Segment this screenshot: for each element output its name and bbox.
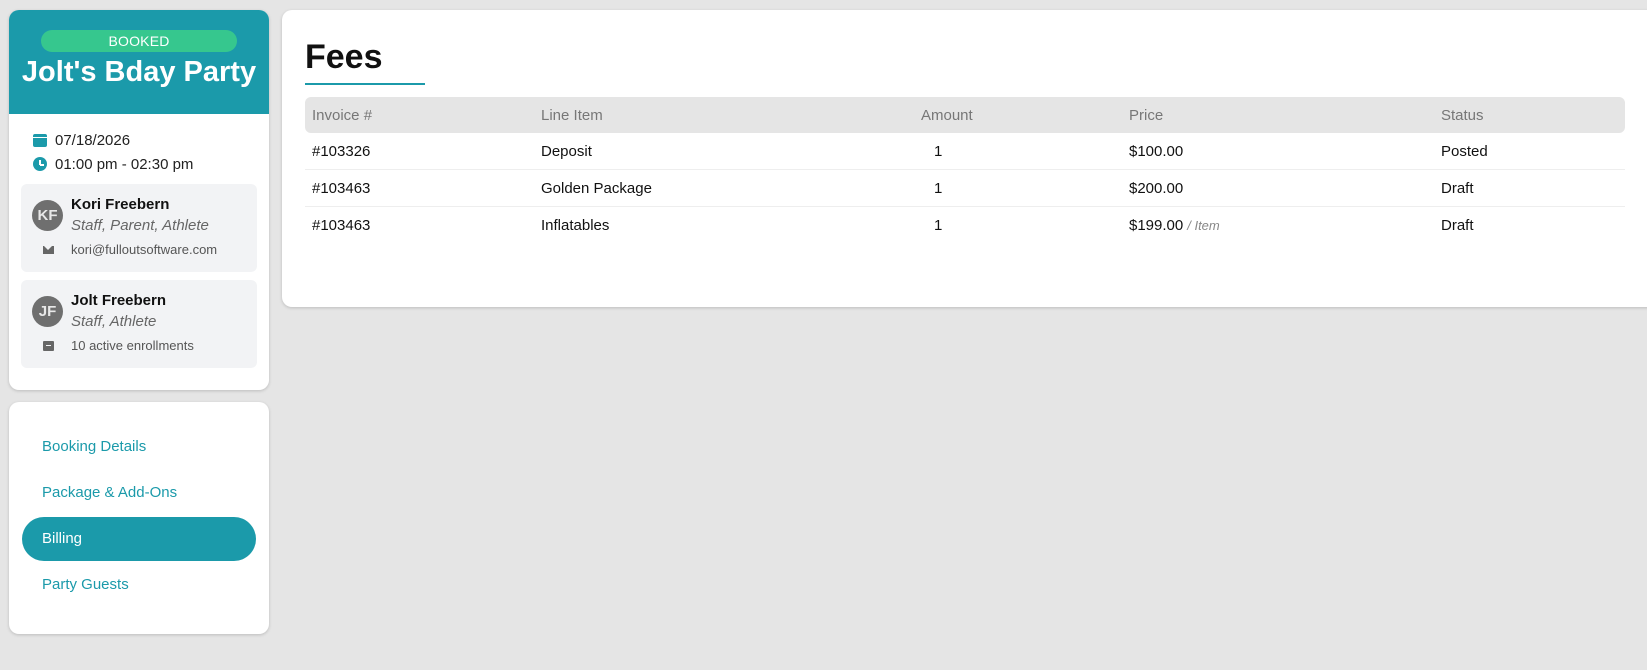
person-name: Kori Freebern [71, 196, 170, 213]
avatar: KF [32, 200, 63, 231]
mail-icon [42, 245, 54, 254]
amount: 1 [934, 142, 943, 160]
invoice-number: #103463 [312, 179, 371, 197]
page-title: Fees [305, 38, 383, 76]
amount: 1 [934, 217, 943, 234]
price-unit: / Item [1187, 218, 1220, 233]
nav-item-party-guests[interactable]: Party Guests [22, 563, 256, 607]
price: $199.00 [1129, 217, 1184, 234]
amount: 1 [934, 179, 943, 197]
person-name: Jolt Freebern [71, 292, 167, 309]
status: Draft [1441, 179, 1474, 197]
calendar-icon [33, 133, 47, 147]
event-meta: 07/18/2026 01:00 pm - 02:30 pm [9, 114, 269, 176]
nav-item-billing[interactable]: Billing [22, 517, 256, 561]
person-enrollments: 10 active enrollments [71, 338, 194, 353]
invoice-number: #103463 [312, 217, 371, 234]
person-card-kori[interactable]: KF Kori Freebern Staff, Parent, Athlete … [21, 184, 257, 272]
title-underline [305, 83, 425, 85]
table-row[interactable]: #103463 Inflatables 1 $199.00/ Item Draf… [305, 207, 1625, 244]
fees-card: Fees Invoice # Line Item Amount Price St… [282, 10, 1647, 307]
nav-item-package-add-ons[interactable]: Package & Add-Ons [22, 471, 256, 515]
price-cell: $200.00 [1129, 180, 1441, 197]
event-date: 07/18/2026 [55, 131, 131, 149]
event-header: BOOKED Jolt's Bday Party [9, 10, 269, 114]
enrollment-icon [42, 340, 54, 351]
column-header-status[interactable]: Status [1441, 107, 1625, 124]
person-roles: Staff, Athlete [71, 313, 157, 330]
clock-icon [33, 157, 47, 171]
person-card-jolt[interactable]: JF Jolt Freebern Staff, Athlete 10 activ… [21, 280, 257, 368]
table-header: Invoice # Line Item Amount Price Status [305, 97, 1625, 133]
avatar: JF [32, 296, 63, 327]
column-header-price[interactable]: Price [1129, 107, 1441, 124]
status: Posted [1441, 142, 1488, 160]
price: $200.00 [1129, 179, 1184, 197]
nav-item-booking-details[interactable]: Booking Details [22, 425, 256, 469]
line-item: Inflatables [541, 217, 610, 234]
status: Draft [1441, 217, 1474, 234]
event-time: 01:00 pm - 02:30 pm [55, 155, 194, 173]
event-title: Jolt's Bday Party [21, 56, 257, 88]
booking-nav: Booking Details Package & Add-Ons Billin… [9, 402, 269, 634]
table-row[interactable]: #103326 Deposit 1 $100.00 Posted [305, 133, 1625, 170]
person-enrollments-row: 10 active enrollments [42, 338, 194, 353]
invoice-number: #103326 [312, 142, 371, 160]
event-time-row: 01:00 pm - 02:30 pm [33, 152, 269, 176]
status-badge: BOOKED [41, 30, 237, 52]
column-header-invoice[interactable]: Invoice # [305, 107, 541, 124]
price: $100.00 [1129, 142, 1184, 160]
column-header-amount[interactable]: Amount [921, 107, 1129, 124]
fees-table: Invoice # Line Item Amount Price Status … [305, 97, 1625, 244]
event-date-row: 07/18/2026 [33, 128, 269, 152]
line-item: Golden Package [541, 179, 652, 197]
line-item: Deposit [541, 142, 592, 160]
table-row[interactable]: #103463 Golden Package 1 $200.00 Draft [305, 170, 1625, 207]
price-cell: $100.00 [1129, 143, 1441, 160]
column-header-line-item[interactable]: Line Item [541, 107, 921, 124]
person-email[interactable]: kori@fulloutsoftware.com [71, 242, 217, 257]
price-cell: $199.00/ Item [1129, 217, 1441, 234]
person-roles: Staff, Parent, Athlete [71, 217, 209, 234]
person-email-row: kori@fulloutsoftware.com [42, 242, 217, 257]
event-summary-card: BOOKED Jolt's Bday Party 07/18/2026 01:0… [9, 10, 269, 390]
